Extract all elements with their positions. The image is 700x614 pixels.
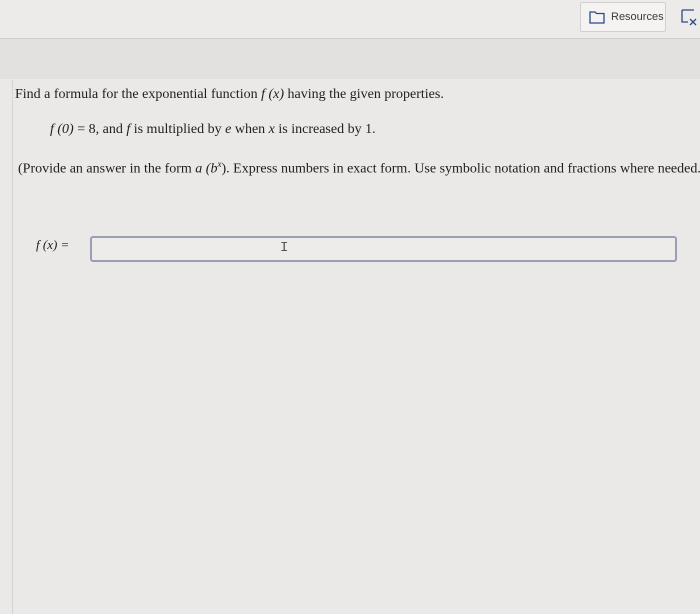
instr-text: (Provide an answer in the form: [18, 161, 196, 177]
intro-text-end: having the given properties.: [284, 87, 444, 102]
answer-label: f (x) =: [36, 237, 70, 252]
instr-text-end: . Express numbers in exact form. Use sym…: [226, 161, 700, 177]
cond-text: = 8, and: [73, 122, 127, 137]
instr-form: a (b: [195, 161, 218, 177]
question-intro: Find a formula for the exponential funct…: [15, 87, 444, 103]
cond-text-3: when: [231, 122, 269, 137]
resources-button[interactable]: Resources: [580, 2, 666, 32]
cond-text-2: is multiplied by: [130, 122, 226, 137]
intro-function: f (x): [261, 87, 285, 102]
clear-format-icon[interactable]: [680, 8, 698, 28]
answer-input[interactable]: [90, 236, 677, 262]
resources-label: Resources: [611, 11, 664, 23]
intro-text: Find a formula for the exponential funct…: [15, 87, 262, 102]
header-strip: [0, 39, 700, 79]
panel-divider: [12, 80, 13, 614]
top-toolbar: Resources: [0, 0, 700, 39]
cond-text-end: is increased by 1.: [274, 122, 376, 137]
text-cursor-icon: I: [280, 240, 289, 256]
question-condition: f (0) = 8, and f is multiplied by e when…: [50, 122, 376, 138]
question-instructions: (Provide an answer in the form a (bx). E…: [18, 157, 700, 178]
cond-f0: f (0): [50, 122, 74, 137]
folder-icon: [589, 11, 605, 24]
